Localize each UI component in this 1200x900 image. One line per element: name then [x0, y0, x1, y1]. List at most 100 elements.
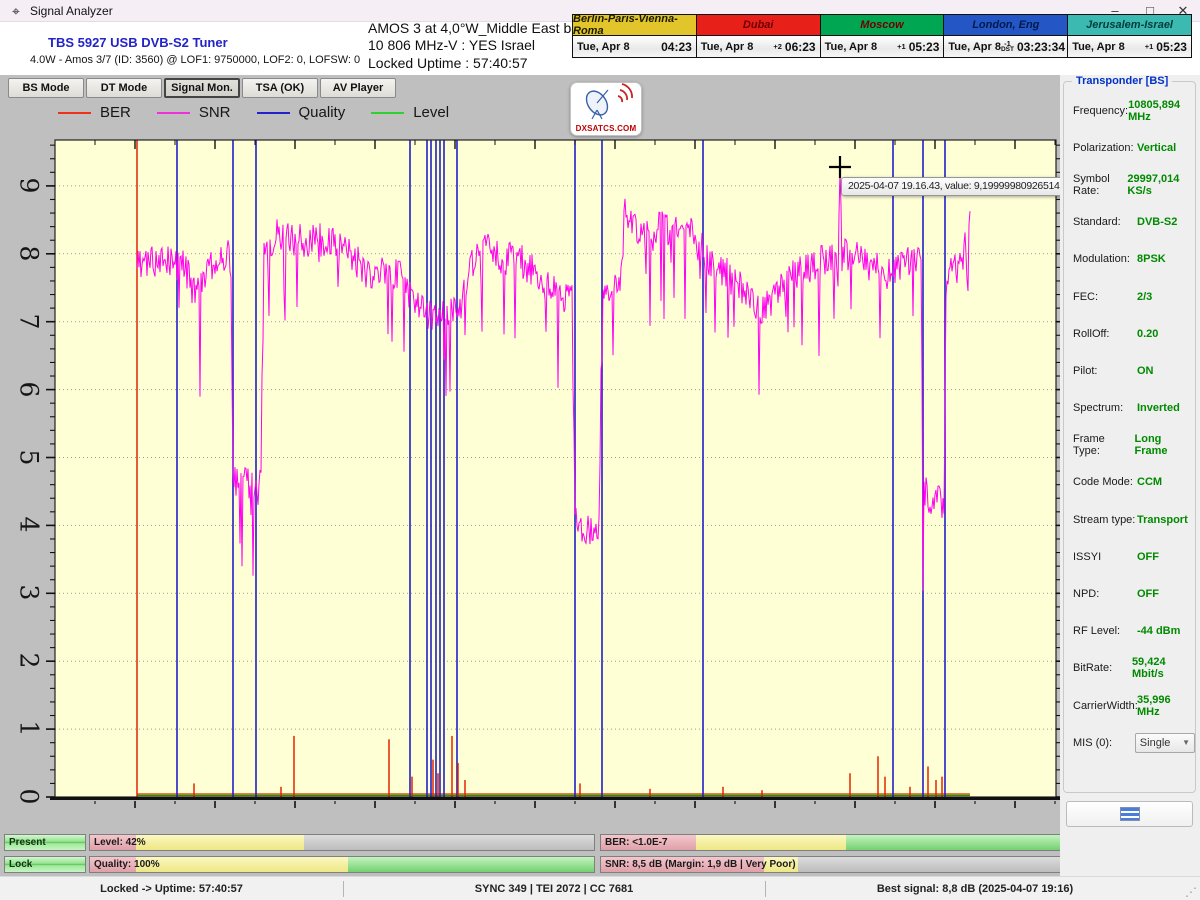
legend-label: Level — [413, 104, 449, 121]
clock-time: 03:23:34 — [1017, 40, 1065, 54]
tab-signal-mon-[interactable]: Signal Mon. — [164, 78, 240, 98]
meter-label: Level: 42% — [94, 835, 146, 851]
transponder-rows: Frequency:10805,894 MHzPolarization:Vert… — [1064, 92, 1195, 761]
y-axis-label: 6 — [15, 376, 44, 402]
level-meter: Level: 42% — [89, 834, 595, 851]
row-label: FEC: — [1073, 291, 1137, 303]
tab-tsa-ok-[interactable]: TSA (OK) — [242, 78, 318, 98]
row-value: 29997,014 KS/s — [1127, 173, 1195, 197]
transponder-title: Transponder [BS] — [1072, 75, 1172, 87]
row-label: Spectrum: — [1073, 402, 1137, 414]
clock-offset-value: +2 — [773, 44, 782, 50]
row-label: RollOff: — [1073, 328, 1137, 340]
satellite-dish-icon — [572, 83, 640, 121]
y-axis-label: 7 — [15, 308, 44, 334]
meter-fill — [696, 835, 846, 850]
row-label: Modulation: — [1073, 253, 1137, 265]
snr-meter: SNR: 8,5 dB (Margin: 1,9 dB | Very Poor) — [600, 856, 1097, 873]
clock-offset: +2 — [773, 44, 782, 50]
transponder-row: FEC:2/3 — [1064, 278, 1195, 315]
clock-offset: +1 — [897, 44, 906, 50]
clock-dst-flag: DST — [1001, 47, 1014, 53]
clock-date: Tue, Apr 8 — [1072, 41, 1125, 53]
world-clock: Berlin-Paris-Vienna-RomaTue, Apr 804:23 — [572, 14, 697, 58]
mis-dropdown[interactable]: Single▼ — [1135, 733, 1195, 753]
clock-date: Tue, Apr 8 — [948, 41, 1001, 53]
capture-button[interactable] — [1066, 801, 1193, 827]
transponder-row: Symbol Rate:29997,014 KS/s — [1064, 166, 1195, 203]
tuner-subtitle: 4.0W - Amos 3/7 (ID: 3560) @ LOF1: 97500… — [30, 54, 360, 66]
clock-time: 05:23 — [909, 40, 940, 54]
meter-fill — [846, 835, 1096, 850]
present-indicator: Present — [4, 834, 86, 851]
legend-swatch — [371, 112, 404, 114]
clock-city: Jerusalem-Israel — [1068, 15, 1191, 36]
clock-time: 04:23 — [661, 40, 692, 54]
transponder-row: MIS (0):Single▼ — [1064, 724, 1195, 761]
row-value: -44 dBm — [1137, 625, 1180, 637]
clock-offset-value: +1 — [1145, 44, 1154, 50]
clock-date: Tue, Apr 8 — [825, 41, 878, 53]
row-value: 10805,894 MHz — [1128, 99, 1195, 123]
y-axis-label: 1 — [15, 716, 44, 742]
legend: BERSNRQualityLevel — [58, 104, 475, 121]
tuner-title: TBS 5927 USB DVB-S2 Tuner — [48, 35, 228, 50]
quality-meter: Quality: 100% — [89, 856, 595, 873]
meter-fill — [348, 857, 594, 872]
row-value: 8PSK — [1137, 253, 1166, 265]
row-value: ON — [1137, 365, 1154, 377]
row-value: CCM — [1137, 476, 1162, 488]
row-label: Frequency: — [1073, 105, 1128, 117]
window-title: Signal Analyzer — [30, 4, 113, 18]
tooltip: 2025-04-07 19.16.43, value: 9,1999998092… — [841, 177, 1067, 196]
meter-fill — [136, 857, 348, 872]
legend-label: Quality — [299, 104, 346, 121]
world-clocks: Berlin-Paris-Vienna-RomaTue, Apr 804:23D… — [573, 14, 1192, 58]
y-axis-label: 0 — [15, 784, 44, 810]
row-value: 0.20 — [1137, 328, 1158, 340]
clock-city: Dubai — [697, 15, 820, 36]
row-value: Inverted — [1137, 402, 1180, 414]
transponder-row: Code Mode:CCM — [1064, 464, 1195, 501]
transponder-row: Polarization:Vertical — [1064, 129, 1195, 166]
chart-plot[interactable]: 2025-04-07 19.16.43, value: 9,1999998092… — [45, 135, 1060, 825]
clock-time-row: Tue, Apr 8-1DST03:23:34 — [944, 36, 1067, 57]
clock-time-row: Tue, Apr 8+206:23 — [697, 36, 820, 57]
transponder-row: Frequency:10805,894 MHz — [1064, 92, 1195, 129]
chevron-down-icon: ▼ — [1182, 738, 1190, 747]
row-value: 35,996 MHz — [1137, 694, 1195, 718]
info-line: 10 806 MHz-V : YES Israel — [368, 37, 605, 55]
y-axis-label: 4 — [15, 512, 44, 538]
transponder-row: RF Level:-44 dBm — [1064, 613, 1195, 650]
tab-av-player[interactable]: AV Player — [320, 78, 396, 98]
meter-label: Quality: 100% — [94, 857, 160, 873]
y-axis-label: 8 — [15, 240, 44, 266]
tab-dt-mode[interactable]: DT Mode — [86, 78, 162, 98]
clock-time-row: Tue, Apr 8 +105:23 — [821, 36, 944, 57]
row-label: ISSYI — [1073, 551, 1137, 563]
clock-time: 05:23 — [1156, 40, 1187, 54]
statusbar-best-signal: Best signal: 8,8 dB (2025-04-07 19:16) — [765, 877, 1185, 900]
y-axis-label: 3 — [15, 580, 44, 606]
resize-grip[interactable]: ⋰ — [1185, 885, 1197, 899]
y-axis-label: 2 — [15, 648, 44, 674]
transponder-row: Spectrum:Inverted — [1064, 390, 1195, 427]
row-value: OFF — [1137, 588, 1159, 600]
signal-chart[interactable] — [45, 135, 1060, 825]
world-clock: DubaiTue, Apr 8+206:23 — [696, 14, 821, 58]
legend-label: SNR — [199, 104, 231, 121]
row-label: Pilot: — [1073, 365, 1137, 377]
legend-swatch — [257, 112, 290, 114]
transponder-row: Modulation:8PSK — [1064, 241, 1195, 278]
transponder-row: Stream type:Transport — [1064, 501, 1195, 538]
row-label: MIS (0): — [1073, 737, 1135, 749]
tab-bar: BS ModeDT ModeSignal Mon.TSA (OK)AV Play… — [8, 78, 396, 98]
clock-time-row: Tue, Apr 8 +105:23 — [1068, 36, 1191, 57]
row-label: BitRate: — [1073, 662, 1132, 674]
world-clock: London, EngTue, Apr 8-1DST03:23:34 — [943, 14, 1068, 58]
statusbar-sync: SYNC 349 | TEI 2072 | CC 7681 — [343, 877, 765, 900]
dxsatcs-logo: DXSATCS.COM — [570, 82, 642, 136]
tab-bs-mode[interactable]: BS Mode — [8, 78, 84, 98]
app-icon: ⌖ — [8, 3, 24, 19]
clock-date: Tue, Apr 8 — [577, 41, 630, 53]
